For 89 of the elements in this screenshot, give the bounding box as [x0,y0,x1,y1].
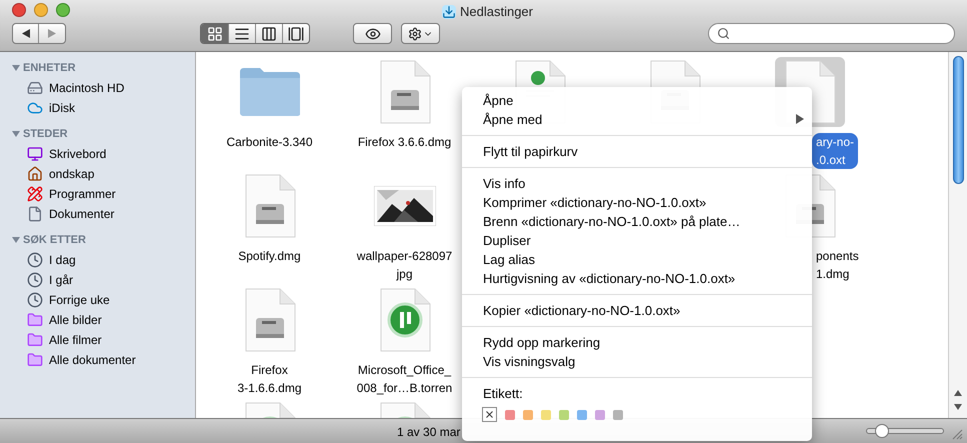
quick-look-button[interactable] [353,23,392,44]
downloads-folder-icon [442,4,456,19]
forward-arrow-icon [48,29,56,38]
scroll-down-arrow-icon[interactable] [954,404,962,410]
menu-item[interactable]: Vis visningsvalg [462,352,812,371]
hard-drive-icon [27,80,43,96]
settings-icon [408,26,422,40]
label-color-swatch[interactable] [505,410,515,420]
menu-item[interactable]: Komprimer «dictionary-no-NO-1.0.oxt» [462,193,812,212]
no-label-button[interactable] [482,407,497,422]
menu-item[interactable]: Lag alias [462,250,812,269]
sidebar-item[interactable]: I dag [0,250,195,270]
sidebar-item[interactable]: I går [0,270,195,290]
minimize-button[interactable] [34,3,48,17]
label-color-swatch[interactable] [577,410,587,420]
sidebar-item[interactable]: Alle bilder [0,310,195,330]
file-name[interactable]: ary-no- .0.oxt [812,133,858,169]
sidebar-item[interactable]: Skrivebord [0,144,195,164]
action-button[interactable] [401,23,440,44]
section-header: ENHETER [23,60,76,76]
torrent-file-icon [378,288,430,352]
sidebar-item[interactable]: Programmer [0,184,195,204]
sidebar-item[interactable]: Alle dokumenter [0,350,195,370]
scrollbar[interactable] [948,52,967,418]
sidebar-item[interactable]: ondskap [0,164,195,184]
sidebar-item[interactable]: Forrige uke [0,290,195,310]
section-header: STEDER [23,126,68,142]
resize-grip-icon[interactable] [952,429,963,440]
search-icon [717,27,730,40]
file-icon [27,206,43,222]
scroll-up-arrow-icon[interactable] [954,390,962,396]
disk-image-icon [244,288,296,352]
expanded-triangle-icon[interactable] [12,236,20,244]
icon-view-icon [206,26,222,42]
status-text: 1 av 30 mar [397,424,460,441]
clock-icon [27,292,43,308]
clock-icon [27,272,43,288]
menu-item[interactable]: Flytt til papirkurv [462,142,812,161]
label-color-swatch[interactable] [595,410,605,420]
expanded-triangle-icon[interactable] [12,64,20,72]
slider-thumb[interactable] [875,424,890,438]
file-name[interactable]: ponents 1.dmg [812,247,863,283]
file-name[interactable]: Microsoft_Office_ 008_for…B.torren [352,361,456,397]
menu-item[interactable]: Vis info [462,174,812,193]
expanded-triangle-icon[interactable] [12,130,20,138]
menu-item[interactable]: Kopier «dictionary-no-NO-1.0.oxt» [462,301,812,320]
close-button[interactable] [12,3,26,17]
file-name[interactable]: Spotify.dmg [234,247,305,265]
section-header: SØK ETTER [23,232,86,248]
search-field[interactable] [708,23,955,44]
menu-item[interactable]: Dupliser [462,231,812,250]
label-color-swatch[interactable] [559,410,569,420]
disk-image-icon [378,60,430,124]
menu-item[interactable]: Brenn «dictionary-no-NO-1.0.oxt» på plate… [462,212,812,231]
scrollbar-thumb[interactable] [952,56,964,184]
smart-folder-icon [27,332,43,348]
label-color-swatch[interactable] [523,410,533,420]
cover-flow-icon [288,26,304,42]
cloud-drive-icon [27,100,43,116]
menu-item[interactable]: Åpne med [462,110,812,129]
clock-icon [27,252,43,268]
back-arrow-icon [22,29,30,38]
menu-item[interactable]: Rydd opp markering [462,333,812,352]
label-color-swatch[interactable] [541,410,551,420]
folder-icon [238,66,302,118]
sidebar-item[interactable]: Alle filmer [0,330,195,350]
sidebar-item[interactable]: Dokumenter [0,204,195,224]
smart-folder-icon [27,312,43,328]
column-view-icon [261,26,277,42]
file-name[interactable]: Firefox 3.6.6.dmg [354,133,456,151]
window-title: Nedlastinger [460,3,533,21]
file-name[interactable]: Carbonite-3.340 [222,133,317,151]
zoom-button[interactable] [56,3,70,17]
disk-image-icon [244,174,296,238]
list-view-icon [234,26,250,42]
sidebar-item[interactable]: Macintosh HD [0,78,195,98]
file-name[interactable]: wallpaper-628097 jpg [352,247,456,283]
pencil-ruler-icon [27,186,43,202]
menu-item[interactable]: Hurtigvisning av «dictionary-no-NO-1.0.oxt» [462,269,812,288]
file-name[interactable]: Firefox 3-1.6.6.dmg [233,361,306,397]
sidebar-item[interactable]: iDisk [0,98,195,118]
close-icon [484,409,495,420]
menu-label-title: Etikett: [482,384,524,403]
menu-item[interactable]: Åpne [462,91,812,110]
monitor-icon [27,146,43,162]
label-color-swatch[interactable] [613,410,623,420]
smart-folder-icon [27,352,43,368]
eye-icon [364,26,380,42]
house-icon [27,166,43,182]
